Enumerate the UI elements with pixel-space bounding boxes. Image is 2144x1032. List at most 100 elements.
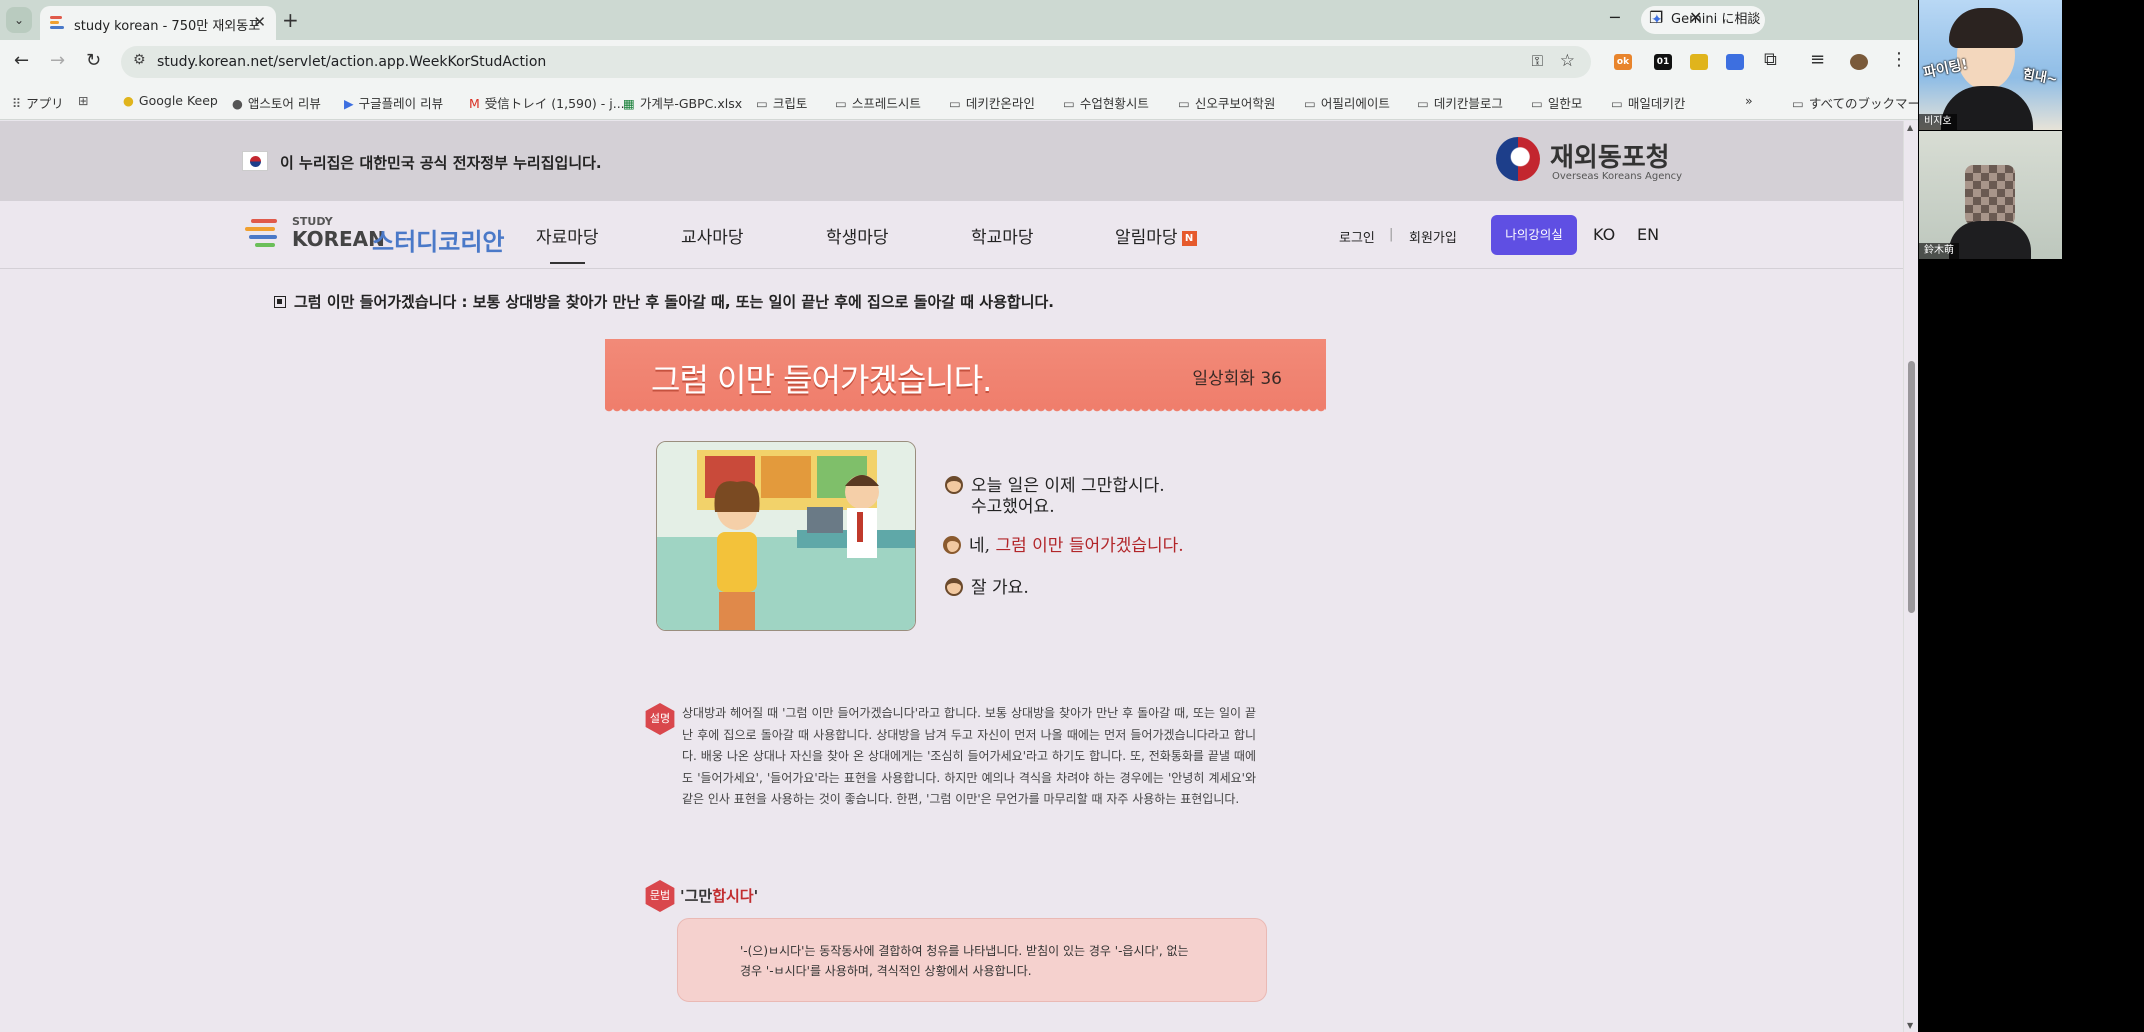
nav-teachers[interactable]: 교사마당 — [681, 223, 744, 248]
grammar-body: '-(으)ㅂ시다'는 동작동사에 결합하여 청유를 나타냅니다. 받침이 있는 … — [740, 944, 1189, 978]
video-tile-1: 파이팅! 힘내~ 비지호 — [1919, 0, 2062, 130]
participant-shirt — [1949, 221, 2031, 259]
sticker-cheer: 힘내~ — [2021, 67, 2059, 88]
bookmark-googleplay-review[interactable]: ▶ 구글플레이 리뷰 — [344, 93, 443, 112]
scroll-down-arrow-icon[interactable]: ▼ — [1907, 1021, 1913, 1030]
bookmark-folder-daily-dekikan[interactable]: ▭ 매일데키칸 — [1611, 93, 1685, 112]
bookmark-apps[interactable]: ⠿ アプリ — [12, 93, 64, 112]
grammar-badge: 문법 — [645, 880, 675, 912]
bookmark-star-icon[interactable]: ☆ — [1560, 51, 1575, 71]
browser-tab[interactable]: study korean - 750만 재외동포 ✕ — [40, 6, 276, 40]
site-info-icon[interactable]: ⚙ — [133, 52, 146, 68]
folder-icon: ▭ — [756, 96, 768, 111]
folder-icon: ▭ — [1417, 96, 1429, 111]
tab-search-button[interactable]: ⌄ — [6, 7, 32, 33]
bookmark-folder-dekikan-online[interactable]: ▭ 데키칸온라인 — [949, 93, 1035, 112]
extension-01-icon[interactable]: 01 — [1654, 54, 1672, 70]
extension-translate-icon[interactable] — [1726, 54, 1744, 70]
bookmark-folder-affiliate[interactable]: ▭ 어필리에이트 — [1304, 93, 1390, 112]
new-tab-button[interactable]: + — [282, 8, 299, 32]
folder-icon: ▭ — [1304, 96, 1316, 111]
lang-ko-button[interactable]: KO — [1593, 225, 1615, 244]
tab-close-icon[interactable]: ✕ — [253, 13, 266, 31]
signup-link[interactable]: 회원가입 — [1409, 227, 1457, 246]
bookmark-folder-class-status[interactable]: ▭ 수업현황시트 — [1063, 93, 1149, 112]
media-controls-icon[interactable]: ≡ — [1810, 49, 1825, 70]
my-lecture-button[interactable]: 나의강의실 — [1491, 215, 1577, 255]
banner-title: 그럼 이만 들어가겠습니다. — [651, 361, 992, 399]
sticker-fighting: 파이팅! — [1922, 56, 1970, 82]
site-header: STUDY KOREAN 스터디코리안 자료마당 교사마당 학생마당 학교마당 … — [0, 201, 1903, 269]
woman-face-icon — [943, 536, 961, 554]
explanation-badge: 설명 — [645, 703, 675, 735]
lang-en-button[interactable]: EN — [1637, 225, 1659, 244]
video-tile-2: 鈴木萌 — [1919, 131, 2062, 259]
nav-schools[interactable]: 학교마당 — [971, 223, 1034, 248]
new-badge: N — [1181, 231, 1197, 246]
password-key-icon[interactable]: ⚿ — [1532, 52, 1543, 70]
site-name[interactable]: 스터디코리안 — [372, 222, 504, 257]
study-korean-logo-icon[interactable] — [243, 215, 283, 251]
gmail-icon: M — [469, 96, 480, 111]
nav-notice[interactable]: 알림마당 N — [1115, 223, 1197, 248]
participant-blurred-face — [1965, 165, 2015, 225]
more-bookmarks-chevron-icon[interactable]: » — [1745, 93, 1753, 108]
bookmark-folder-dekikan-blog[interactable]: ▭ 데키칸블로그 — [1417, 93, 1503, 112]
url-text[interactable]: study.korean.net/servlet/action.app.Week… — [157, 54, 546, 70]
close-window-button[interactable]: ✕ — [1689, 8, 1702, 27]
folder-icon: ▭ — [1531, 96, 1543, 111]
folder-icon: ▭ — [1178, 96, 1190, 111]
folder-icon: ▭ — [1063, 96, 1075, 111]
scrollbar-thumb[interactable] — [1908, 361, 1915, 613]
bookmark-folder-crypto[interactable]: ▭ 크립토 — [756, 93, 807, 112]
grammar-box: '-(으)ㅂ시다'는 동작동사에 결합하여 청유를 나타냅니다. 받침이 있는 … — [677, 918, 1267, 1002]
minimize-button[interactable]: ─ — [1610, 8, 1620, 27]
folder-icon: ▭ — [1792, 96, 1804, 111]
folder-icon: ▭ — [949, 96, 961, 111]
man-face-icon — [945, 578, 963, 596]
logo-korean-text: KOREAN — [292, 227, 385, 251]
dialogue-line-1b: 수고했어요. — [971, 497, 1055, 517]
bookmark-sheet[interactable]: ▦ 가계부-GBPC.xlsx — [623, 93, 742, 112]
explanation-text: 상대방과 헤어질 때 '그럼 이만 들어가겠습니다'라고 합니다. 보통 상대방… — [682, 706, 1256, 807]
page-scrollbar[interactable]: ▲ ▼ — [1903, 121, 1918, 1032]
address-bar[interactable]: ⚙ study.korean.net/servlet/action.app.We… — [121, 46, 1591, 78]
bookmark-gmail[interactable]: M 受信トレイ (1,590) - j... — [469, 93, 625, 112]
back-arrow-icon[interactable]: ← — [14, 50, 29, 71]
bookmark-appstore-review[interactable]: ● 앱스토어 리뷰 — [232, 93, 321, 112]
extensions-puzzle-icon[interactable]: ⧉ — [1764, 49, 1777, 70]
nav-students[interactable]: 학생마당 — [826, 223, 889, 248]
browser-menu-icon[interactable]: ⋮ — [1890, 49, 1908, 70]
reload-icon[interactable]: ↻ — [86, 50, 101, 71]
restore-button[interactable]: ❐ — [1649, 8, 1663, 27]
lesson-intro: 그럼 이만 들어가겠습니다 : 보통 상대방을 찾아가 만난 후 돌아갈 때, … — [274, 291, 1054, 312]
bookmark-google-keep[interactable]: ● Google Keep — [123, 93, 218, 108]
agency-name[interactable]: 재외동포청 — [1550, 137, 1670, 174]
nav-materials[interactable]: 자료마당 — [536, 223, 599, 264]
participant-name-2: 鈴木萌 — [1919, 243, 1959, 259]
nav-divider: | — [1389, 227, 1394, 242]
forward-arrow-icon[interactable]: → — [50, 50, 65, 71]
all-bookmarks-folder[interactable]: ▭すべてのブックマーク — [1792, 93, 1918, 112]
bookmark-folder-ilhanmo[interactable]: ▭ 일한모 — [1531, 93, 1582, 112]
extension-keep-icon[interactable] — [1690, 54, 1708, 70]
man-face-icon — [945, 476, 963, 494]
gov-notice: 이 누리집은 대한민국 공식 전자정부 누리집입니다. — [280, 154, 602, 172]
profile-avatar[interactable] — [1850, 54, 1868, 70]
bookmark-folder-shinokubo[interactable]: ▭ 신오쿠보어학원 — [1178, 93, 1275, 112]
dialogue-highlight: 그럼 이만 들어가겠습니다. — [995, 536, 1184, 556]
apps-grid-icon: ⠿ — [12, 96, 22, 111]
bookmark-folder-spreadsheet[interactable]: ▭ 스프레드시트 — [835, 93, 921, 112]
tab-groups-icon[interactable]: ⊞ — [78, 93, 93, 108]
folder-icon: ▭ — [835, 96, 847, 111]
dialogue-line-3: 잘 가요. — [945, 573, 1029, 598]
extension-ok-icon[interactable]: ok — [1614, 54, 1632, 70]
lesson-banner: 그럼 이만 들어가겠습니다. 일상회화 36 — [605, 339, 1326, 413]
page-content: 이 누리집은 대한민국 공식 전자정부 누리집입니다. 재외동포청 Overse… — [0, 121, 1903, 1032]
participant-name-1: 비지호 — [1919, 114, 1957, 130]
study-korean-favicon — [50, 16, 66, 30]
login-link[interactable]: 로그인 — [1339, 227, 1375, 246]
google-play-icon: ▶ — [344, 96, 354, 111]
agency-subtitle: Overseas Koreans Agency — [1552, 171, 1683, 182]
scroll-up-arrow-icon[interactable]: ▲ — [1907, 123, 1913, 132]
